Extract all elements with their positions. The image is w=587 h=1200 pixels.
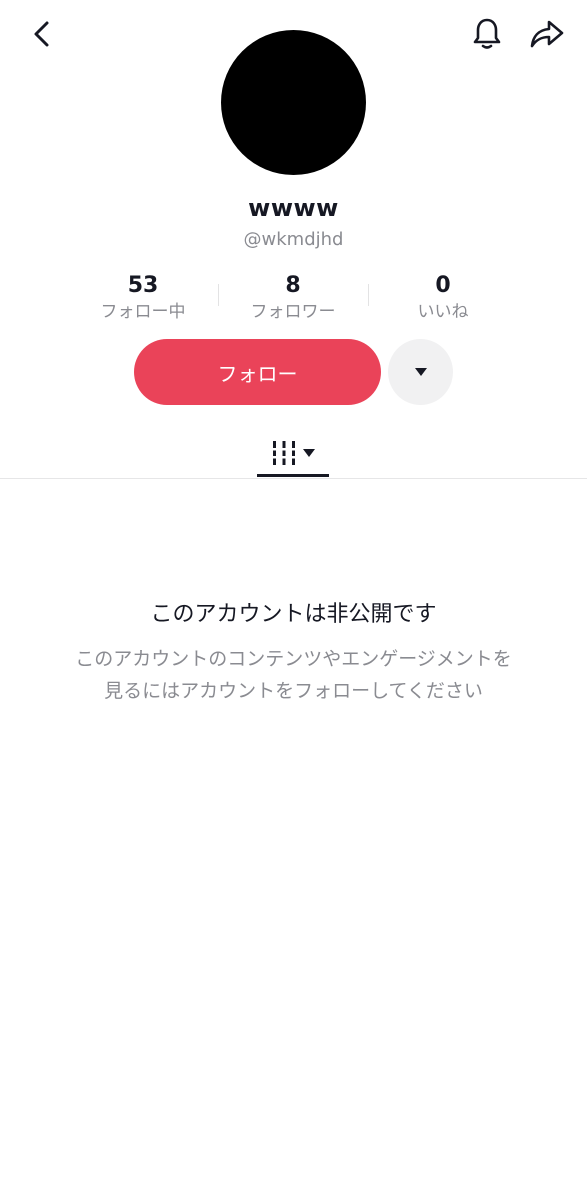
stat-followers[interactable]: 8 フォロワー [218,272,368,324]
tab-videos[interactable] [257,428,329,478]
username: @wkmdjhd [243,229,344,250]
display-name: wwww [248,194,339,222]
tab-divider [0,478,587,479]
avatar[interactable] [221,30,366,175]
tab-caret-down-icon [303,449,315,457]
share-button[interactable] [525,12,569,56]
private-account-title: このアカウントは非公開です [150,602,437,627]
private-account-description: このアカウントのコンテンツやエンゲージメントを 見るにはアカウントをフォローして… [40,643,547,707]
stats-row: 53 フォロー中 8 フォロワー 0 いいね [68,272,518,324]
suggested-accounts-button[interactable] [388,339,453,405]
caret-down-icon [414,368,427,376]
stat-likes-label: いいね [417,302,469,322]
back-button[interactable] [20,12,64,56]
bell-icon [473,18,501,49]
private-description-line-2: 見るにはアカウントをフォローしてください [104,680,483,702]
videos-grid-icon [271,441,297,465]
follow-button[interactable]: フォロー [134,339,381,405]
notification-bell-button[interactable] [465,12,509,56]
stat-followers-label: フォロワー [250,302,336,322]
stat-following[interactable]: 53 フォロー中 [68,272,218,324]
share-arrow-icon [530,20,564,48]
stat-followers-count: 8 [285,273,301,298]
private-description-line-1: このアカウントのコンテンツやエンゲージメントを [75,648,512,670]
stat-likes-count: 0 [435,273,451,298]
stat-following-label: フォロー中 [100,302,186,322]
chevron-left-icon [34,21,49,47]
tab-active-indicator [257,474,329,477]
stat-following-count: 53 [127,273,159,298]
profile-screen: wwww @wkmdjhd 53 フォロー中 8 フォロワー 0 いいね フォロ… [0,0,587,1200]
stat-likes[interactable]: 0 いいね [368,272,518,324]
